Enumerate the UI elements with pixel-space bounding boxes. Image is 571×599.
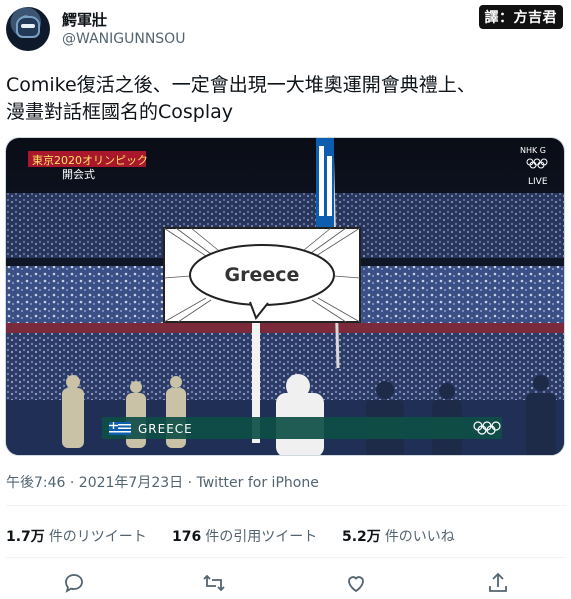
translator-credit: 譯：方吉君 <box>478 5 563 29</box>
share-icon[interactable] <box>486 571 510 595</box>
quote-count[interactable]: 176 件の引用ツイート <box>172 526 317 546</box>
display-name[interactable]: 鰐軍壯 <box>62 9 107 30</box>
retweet-icon[interactable] <box>202 571 226 595</box>
avatar[interactable] <box>6 7 50 51</box>
quote-count-value: 176 <box>172 529 202 545</box>
sign-text: Greece <box>225 264 300 286</box>
tweet-timestamp[interactable]: 午後7:46 · 2021年7月23日 · Twitter for iPhone <box>6 472 319 492</box>
tweet-text-line-1: Comike復活之後、一定會出現一大堆奧運開會典禮上、 <box>6 74 476 96</box>
speech-bubble-sign: Greece <box>163 227 361 323</box>
broadcast-title: 東京2020オリンピック <box>32 153 148 167</box>
broadcast-subtitle: 開会式 <box>62 168 95 181</box>
like-count-label: 件のいいね <box>384 529 455 545</box>
like-icon[interactable] <box>344 571 368 595</box>
quote-count-label: 件の引用ツイート <box>205 529 318 545</box>
retweet-count-label: 件のリツイート <box>48 529 147 545</box>
like-count-value: 5.2万 <box>342 529 381 545</box>
divider <box>6 557 566 558</box>
media-image: 東京2020オリンピック 開会式 NHK G LIVE Greece GREEC… <box>6 138 564 455</box>
retweet-count[interactable]: 1.7万 件のリツイート <box>6 526 147 546</box>
tweet-text-line-2: 漫畫對話框國名的Cosplay <box>6 101 234 123</box>
country-caption: GREECE <box>138 422 193 436</box>
channel-logo: NHK G <box>520 146 546 155</box>
caption-flag-icon <box>109 422 131 435</box>
reply-icon[interactable] <box>62 571 86 595</box>
tweet-media[interactable]: 東京2020オリンピック 開会式 NHK G LIVE Greece GREEC… <box>5 137 565 456</box>
like-count[interactable]: 5.2万 件のいいね <box>342 526 455 546</box>
live-indicator: LIVE <box>528 177 548 187</box>
avatar-visor <box>21 24 35 28</box>
user-handle[interactable]: @WANIGUNNSOU <box>62 31 185 47</box>
retweet-count-value: 1.7万 <box>6 529 45 545</box>
greek-flag <box>316 138 334 230</box>
tweet-text: Comike復活之後、一定會出現一大堆奧運開會典禮上、 漫畫對話框國名的Cosp… <box>6 72 566 126</box>
divider <box>6 505 566 506</box>
